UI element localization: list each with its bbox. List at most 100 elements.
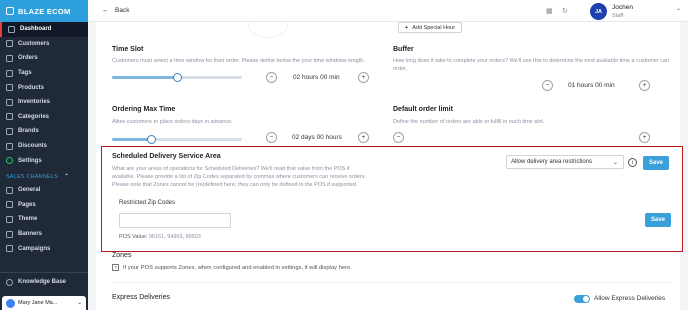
avatar bbox=[6, 298, 15, 308]
buffer-value: 01 hours 00 min bbox=[568, 82, 615, 89]
sidebar-item-tags[interactable]: Tags bbox=[0, 66, 88, 81]
ordering-max-value: 02 days 00 hours bbox=[292, 134, 342, 141]
delivery-area-restriction-select[interactable]: Allow delivery area restrictions ⌄ bbox=[506, 155, 624, 169]
sidebar-item-theme[interactable]: Theme bbox=[0, 212, 88, 227]
add-special-hour-label: Add Special Hour bbox=[412, 24, 456, 31]
sidebar-item-label: Knowledge Base bbox=[18, 279, 67, 286]
theme-icon bbox=[6, 215, 13, 223]
discount-icon bbox=[6, 142, 13, 150]
gear-icon bbox=[6, 157, 13, 165]
brand-name: BLAZE ECOM bbox=[18, 6, 71, 16]
user-name: Jochen bbox=[612, 4, 633, 11]
ordering-max-increase-button[interactable]: + bbox=[358, 132, 369, 143]
main-content: + Add Special Hour Time Slot Customers m… bbox=[88, 22, 688, 310]
time-slot-slider[interactable] bbox=[112, 73, 242, 82]
order-limit-decrease-button[interactable]: − bbox=[393, 132, 404, 143]
sidebar-item-campaigns[interactable]: Campaigns bbox=[0, 241, 88, 256]
sidebar-item-discounts[interactable]: Discounts bbox=[0, 139, 88, 154]
sidebar-item-orders[interactable]: Orders bbox=[0, 51, 88, 66]
orders-icon bbox=[6, 54, 13, 62]
sidebar-item-label: Categories bbox=[18, 113, 50, 120]
scheduled-area-title: Scheduled Delivery Service Area bbox=[112, 153, 221, 160]
buffer-increase-button[interactable]: + bbox=[639, 80, 650, 91]
tag-icon bbox=[6, 69, 13, 77]
express-toggle[interactable] bbox=[574, 295, 590, 303]
slider-handle[interactable] bbox=[173, 73, 182, 82]
ordering-max-title: Ordering Max Time bbox=[112, 106, 176, 113]
products-icon bbox=[6, 84, 13, 92]
buffer-decrease-button[interactable]: − bbox=[542, 80, 553, 91]
chevron-up-icon: ⌃ bbox=[64, 174, 70, 181]
knowledge-base-section: Knowledge Base bbox=[0, 272, 88, 290]
back-label: Back bbox=[115, 7, 130, 14]
sidebar-item-label: General bbox=[18, 187, 41, 194]
pos-value: POS Value: 96161, 94903, 89503 bbox=[119, 234, 201, 240]
zones-checkbox-row[interactable]: ? If your POS supports Zones, when confi… bbox=[112, 264, 352, 271]
express-title: Express Deliveries bbox=[112, 294, 170, 301]
sidebar-item-dashboard[interactable]: Dashboard bbox=[0, 22, 88, 37]
calendar-icon[interactable]: ▦ bbox=[546, 7, 554, 15]
sidebar-item-label: Theme bbox=[18, 216, 38, 223]
inventory-icon bbox=[6, 98, 13, 106]
info-icon[interactable]: i bbox=[628, 158, 637, 167]
time-slot-value: 02 hours 00 min bbox=[293, 74, 340, 81]
save-zip-button[interactable]: Save bbox=[645, 213, 671, 227]
sidebar-item-label: Campaigns bbox=[18, 245, 51, 252]
sales-channels-header[interactable]: SALES CHANNELS ⌃ bbox=[0, 171, 88, 183]
sidebar: BLAZE ECOM Dashboard Customers Orders Tags P… bbox=[0, 0, 88, 310]
sidebar-item-label: Products bbox=[18, 84, 45, 91]
time-slot-increase-button[interactable]: + bbox=[358, 72, 369, 83]
sidebar-item-categories[interactable]: Categories bbox=[0, 110, 88, 125]
store-user-switcher[interactable]: Mary Jane Ma... ⌄ bbox=[2, 296, 86, 310]
chevron-down-icon[interactable]: ⌄ bbox=[676, 5, 681, 12]
order-limit-title: Default order limit bbox=[393, 106, 453, 113]
customers-icon bbox=[6, 40, 13, 48]
sidebar-item-inventories[interactable]: Inventories bbox=[0, 95, 88, 110]
sidebar-item-label: Tags bbox=[18, 70, 32, 77]
brand-icon bbox=[6, 7, 14, 15]
time-slot-decrease-button[interactable]: − bbox=[266, 72, 277, 83]
sidebar-item-settings[interactable]: Settings bbox=[0, 153, 88, 168]
sidebar-item-knowledge-base[interactable]: Knowledge Base bbox=[0, 275, 88, 290]
sidebar-item-brands[interactable]: Brands bbox=[0, 124, 88, 139]
sidebar-item-label: Pages bbox=[18, 201, 36, 208]
globe-icon bbox=[6, 186, 13, 194]
clock-illustration bbox=[248, 22, 288, 38]
question-icon[interactable]: ? bbox=[112, 264, 119, 271]
sidebar-item-products[interactable]: Products bbox=[0, 80, 88, 95]
scheduled-area-desc-line-3: Please note that Zones cannot be (re)def… bbox=[112, 182, 358, 188]
restricted-zip-input[interactable] bbox=[119, 213, 231, 228]
order-limit-increase-button[interactable]: + bbox=[639, 132, 650, 143]
time-slot-desc: Customers must select a time window for … bbox=[112, 58, 365, 64]
sidebar-item-customers[interactable]: Customers bbox=[0, 37, 88, 52]
sidebar-item-pages[interactable]: Pages bbox=[0, 198, 88, 213]
buffer-title: Buffer bbox=[393, 46, 414, 53]
sidebar-item-label: Orders bbox=[18, 55, 38, 62]
zones-checkbox-label: If your POS supports Zones, when configu… bbox=[123, 264, 352, 271]
sidebar-nav: Dashboard Customers Orders Tags Products Inve… bbox=[0, 22, 88, 168]
slider-fill bbox=[112, 76, 177, 79]
sales-channels-label: SALES CHANNELS bbox=[6, 173, 59, 180]
sidebar-item-label: Inventories bbox=[18, 99, 51, 106]
sidebar-item-banners[interactable]: Banners bbox=[0, 227, 88, 242]
plus-icon: + bbox=[405, 24, 409, 31]
refresh-icon[interactable]: ↻ bbox=[562, 7, 570, 15]
sidebar-item-label: Customers bbox=[18, 40, 50, 47]
ordering-max-slider[interactable] bbox=[112, 135, 242, 144]
add-special-hour-button[interactable]: + Add Special Hour bbox=[398, 22, 463, 33]
order-limit-desc: Define the number of orders are able to … bbox=[393, 119, 545, 125]
time-slot-title: Time Slot bbox=[112, 46, 144, 53]
zones-title: Zones bbox=[112, 252, 132, 259]
delivery-settings-card: + Add Special Hour Time Slot Customers m… bbox=[96, 22, 683, 310]
back-button[interactable]: ← Back bbox=[102, 7, 129, 14]
campaign-icon bbox=[6, 245, 13, 253]
sidebar-item-general[interactable]: General bbox=[0, 183, 88, 198]
save-area-button[interactable]: Save bbox=[643, 156, 669, 170]
brand-logo[interactable]: BLAZE ECOM bbox=[0, 0, 88, 22]
slider-fill bbox=[112, 138, 151, 141]
scheduled-area-desc-line-2: available. Please provide a list of Zip … bbox=[112, 174, 367, 180]
scheduled-area-desc-line-1: What are your areas of operations for Sc… bbox=[112, 166, 350, 172]
avatar[interactable]: JA bbox=[590, 3, 607, 20]
ordering-max-decrease-button[interactable]: − bbox=[266, 132, 277, 143]
slider-handle[interactable] bbox=[147, 135, 156, 144]
